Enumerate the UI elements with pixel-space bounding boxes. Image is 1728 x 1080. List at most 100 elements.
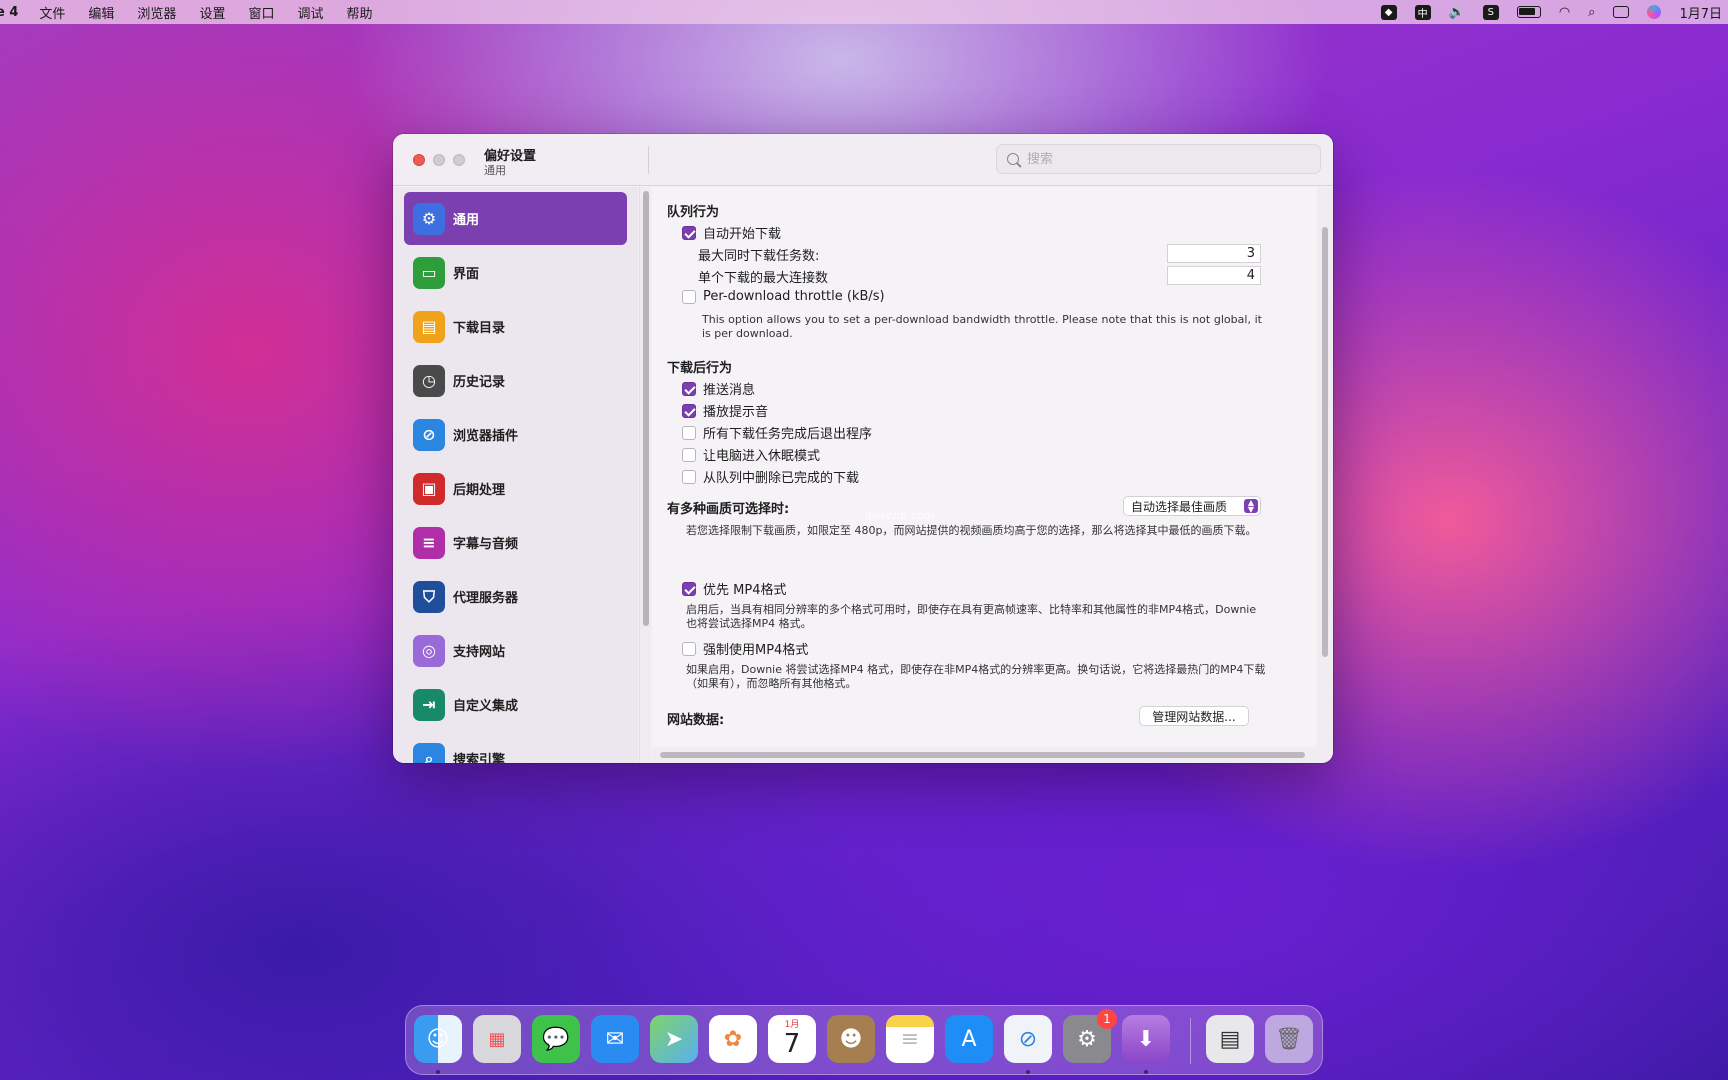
menu-window[interactable]: 窗口 (248, 3, 274, 22)
clock[interactable]: 1月7日 (1679, 3, 1722, 22)
menu-settings[interactable]: 设置 (199, 3, 225, 22)
prefer-mp4-row[interactable]: 优先 MP4格式 (682, 579, 786, 598)
battery-icon[interactable] (1516, 3, 1541, 21)
sidebar-item-label: 代理服务器 (453, 591, 519, 606)
push-notification-row[interactable]: 推送消息 (682, 379, 755, 398)
mail-icon[interactable]: ✉ (591, 1015, 639, 1063)
sidebar-item-label: 搜索引擎 (453, 753, 506, 763)
title-divider (648, 146, 649, 174)
quit-after-checkbox[interactable] (682, 425, 696, 440)
auto-start-checkbox[interactable] (682, 225, 696, 240)
prefer-mp4-checkbox[interactable] (682, 581, 696, 596)
menu-help[interactable]: 帮助 (346, 3, 372, 22)
max-connections-input[interactable]: 4 (1167, 266, 1261, 285)
sidebar-item-proxy[interactable]: ⛉ 代理服务器 (404, 570, 627, 623)
sleep-row[interactable]: 让电脑进入休眠模式 (682, 445, 820, 464)
siri-icon[interactable] (1647, 3, 1662, 21)
push-notification-checkbox[interactable] (682, 381, 696, 396)
maps-icon[interactable]: ➤ (650, 1015, 698, 1063)
launchpad-icon[interactable]: ▦ (473, 1015, 521, 1063)
auto-start-label: 自动开始下载 (703, 227, 782, 242)
minimize-button[interactable] (433, 154, 445, 166)
throttle-row[interactable]: Per-download throttle (kB/s) (682, 289, 885, 304)
safari-icon[interactable]: ⊘ (1004, 1015, 1052, 1063)
integration-icon: ⇥ (413, 688, 445, 721)
search-input[interactable] (1027, 151, 1297, 167)
system-settings-icon[interactable]: ⚙ 1 (1063, 1009, 1117, 1063)
finder-icon[interactable]: ☺ (414, 1015, 462, 1063)
app-store-icon[interactable]: A (945, 1015, 993, 1063)
quality-select[interactable]: 自动选择最佳画质 ▲ ▼ (1123, 496, 1261, 516)
control-center-icon[interactable] (1613, 3, 1630, 21)
sidebar-scroll-thumb[interactable] (643, 191, 649, 626)
title-bar: 偏好设置 通用 (393, 134, 1333, 186)
force-mp4-row[interactable]: 强制使用MP4格式 (682, 639, 808, 658)
sidebar-item-subtitles-audio[interactable]: ≡ 字幕与音频 (404, 516, 627, 569)
contacts-icon[interactable]: ☻ (827, 1015, 875, 1063)
sidebar-item-search-engines[interactable]: ⌕ 搜索引擎 (404, 732, 627, 763)
notification-badge: 1 (1097, 1009, 1117, 1029)
dock-separator (1190, 1018, 1191, 1064)
quality-select-value: 自动选择最佳画质 (1131, 499, 1228, 514)
trash-icon[interactable]: 🗑 (1265, 1015, 1313, 1063)
search-icon: ⌕ (413, 742, 445, 763)
sidebar-item-browser-extensions[interactable]: ⊘ 浏览器插件 (404, 408, 627, 461)
after-download-heading: 下载后行为 (667, 361, 733, 376)
sidebar-item-post-processing[interactable]: ▣ 后期处理 (404, 462, 627, 515)
sidebar-item-history[interactable]: ◷ 历史记录 (404, 354, 627, 407)
watermark-text: iplayzip.com (865, 509, 935, 522)
quit-after-row[interactable]: 所有下载任务完成后退出程序 (682, 423, 872, 442)
play-sound-row[interactable]: 播放提示音 (682, 401, 768, 420)
content-horizontal-scrollbar[interactable] (652, 747, 1317, 763)
preferences-window: 偏好设置 通用 ⚙ 通用 ▭ 界面 ▤ 下载目录 ◷ 历史记录 ⊘ 浏览器插件 (393, 134, 1333, 763)
calendar-icon[interactable]: 1月 7 (768, 1015, 816, 1063)
throttle-checkbox[interactable] (682, 289, 696, 304)
remove-completed-checkbox[interactable] (682, 469, 696, 484)
menu-bar-left: e 4 文件 编辑 浏览器 设置 窗口 调试 帮助 (0, 0, 396, 24)
max-downloads-input[interactable]: 3 (1167, 244, 1261, 263)
sidebar-item-label: 下载目录 (453, 321, 506, 336)
photos-icon[interactable]: ✿ (709, 1015, 757, 1063)
sidebar-item-general[interactable]: ⚙ 通用 (404, 192, 627, 245)
menu-edit[interactable]: 编辑 (88, 3, 114, 22)
dock: ☺ ▦ 💬 ✉ ➤ ✿ 1月 7 ☻ ≡ A ⊘ ⚙ 1 ⬇ ▤ 🗑 (405, 1005, 1323, 1075)
settings-content: 队列行为 自动开始下载 最大同时下载任务数: 3 单个下载的最大连接数 4 Pe… (652, 187, 1319, 763)
prefer-mp4-note: 启用后，当具有相同分辨率的多个格式可用时，即使存在具有更高帧速率、比特率和其他属… (686, 603, 1257, 630)
sidebar-item-interface[interactable]: ▭ 界面 (404, 246, 627, 299)
quality-note: 若您选择限制下载画质，如限定至 480p，而网站提供的视频画质均高于您的选择，那… (686, 524, 1257, 537)
close-button[interactable] (413, 154, 425, 166)
sidebar-item-label: 界面 (453, 267, 480, 282)
force-mp4-checkbox[interactable] (682, 641, 696, 656)
manage-site-data-button[interactable]: 管理网站数据... (1139, 706, 1249, 726)
sleep-checkbox[interactable] (682, 447, 696, 462)
app-menu[interactable]: e 4 (0, 5, 18, 20)
input-method-icon[interactable]: 中 (1414, 3, 1431, 21)
queue-heading: 队列行为 (667, 205, 720, 220)
downie-icon[interactable]: ⬇ (1122, 1015, 1170, 1063)
play-sound-checkbox[interactable] (682, 403, 696, 418)
menu-bar-right: ◆ 中 🔊 S ◠ ⌕ 1月7日 (1363, 0, 1728, 24)
zoom-button[interactable] (453, 154, 465, 166)
sidebar-item-custom-integration[interactable]: ⇥ 自定义集成 (404, 678, 627, 731)
remove-completed-row[interactable]: 从队列中删除已完成的下载 (682, 467, 859, 486)
spotlight-icon[interactable]: ⌕ (1588, 3, 1595, 21)
notes-icon[interactable]: ≡ (886, 1015, 934, 1063)
sidebar-item-supported-sites[interactable]: ◎ 支持网站 (404, 624, 627, 677)
search-field[interactable] (996, 144, 1321, 174)
sidebar-scrollbar[interactable] (639, 187, 651, 763)
cat-icon[interactable]: ◆ (1380, 3, 1397, 21)
messages-icon[interactable]: 💬 (532, 1015, 580, 1063)
content-horizontal-thumb[interactable] (660, 752, 1305, 758)
sidebar-item-download-folder[interactable]: ▤ 下载目录 (404, 300, 627, 353)
content-vertical-scrollbar[interactable] (1317, 187, 1333, 763)
menu-browser[interactable]: 浏览器 (137, 3, 176, 22)
wifi-icon[interactable]: ◠ (1559, 3, 1570, 21)
volume-icon[interactable]: 🔊 (1449, 3, 1465, 21)
s-app-icon[interactable]: S (1482, 3, 1499, 21)
downloads-stack-icon[interactable]: ▤ (1206, 1015, 1254, 1063)
sidebar-item-label: 通用 (453, 213, 480, 228)
content-vertical-thumb[interactable] (1322, 227, 1328, 657)
menu-debug[interactable]: 调试 (297, 3, 323, 22)
auto-start-row[interactable]: 自动开始下载 (682, 223, 781, 242)
menu-file[interactable]: 文件 (39, 3, 65, 22)
